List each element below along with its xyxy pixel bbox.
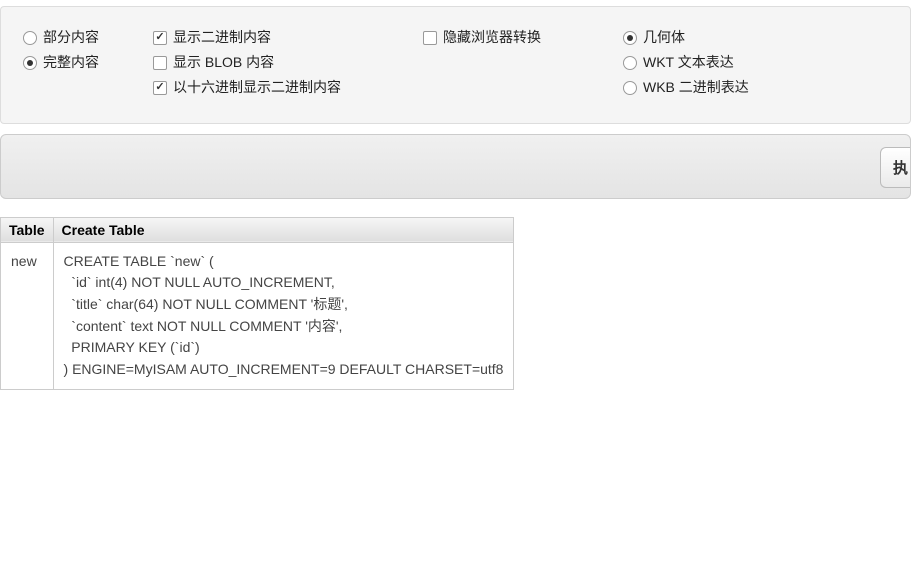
show-blob-checkbox[interactable] bbox=[153, 56, 167, 70]
table-header-table: Table bbox=[1, 217, 54, 242]
execute-button[interactable]: 执 bbox=[880, 147, 910, 188]
partial-content-radio[interactable] bbox=[23, 31, 37, 45]
show-blob-label: 显示 BLOB 内容 bbox=[173, 50, 274, 75]
content-mode-group: 部分内容 完整内容 bbox=[23, 25, 153, 101]
show-hex-binary-option: 以十六进制显示二进制内容 bbox=[153, 75, 423, 100]
partial-content-option: 部分内容 bbox=[23, 25, 153, 50]
display-options-panel: 部分内容 完整内容 显示二进制内容 显示 BLOB 内容 以十六进制显示二进制内… bbox=[0, 6, 911, 124]
geometry-option: 几何体 bbox=[623, 25, 803, 50]
results-table: Table Create Table new CREATE TABLE `new… bbox=[0, 217, 514, 390]
wkt-label: WKT 文本表达 bbox=[643, 50, 734, 75]
browser-transform-group: 隐藏浏览器转换 bbox=[423, 25, 623, 101]
geometry-label: 几何体 bbox=[643, 25, 685, 50]
full-content-label: 完整内容 bbox=[43, 50, 99, 75]
partial-content-label: 部分内容 bbox=[43, 25, 99, 50]
table-row: new CREATE TABLE `new` ( `id` int(4) NOT… bbox=[1, 242, 514, 389]
full-content-option: 完整内容 bbox=[23, 50, 153, 75]
show-blob-option: 显示 BLOB 内容 bbox=[153, 50, 423, 75]
action-bar: 执 bbox=[0, 134, 911, 199]
geometry-format-group: 几何体 WKT 文本表达 WKB 二进制表达 bbox=[623, 25, 803, 101]
wkb-option: WKB 二进制表达 bbox=[623, 75, 803, 100]
show-binary-option: 显示二进制内容 bbox=[153, 25, 423, 50]
results-area: Table Create Table new CREATE TABLE `new… bbox=[0, 217, 911, 390]
create-table-cell: CREATE TABLE `new` ( `id` int(4) NOT NUL… bbox=[53, 242, 514, 389]
create-sql-text: CREATE TABLE `new` ( `id` int(4) NOT NUL… bbox=[64, 251, 504, 381]
wkb-radio[interactable] bbox=[623, 81, 637, 95]
show-binary-checkbox[interactable] bbox=[153, 31, 167, 45]
hide-browser-transform-option: 隐藏浏览器转换 bbox=[423, 25, 623, 50]
hide-browser-transform-checkbox[interactable] bbox=[423, 31, 437, 45]
binary-display-group: 显示二进制内容 显示 BLOB 内容 以十六进制显示二进制内容 bbox=[153, 25, 423, 101]
wkt-option: WKT 文本表达 bbox=[623, 50, 803, 75]
show-binary-label: 显示二进制内容 bbox=[173, 25, 271, 50]
geometry-radio[interactable] bbox=[623, 31, 637, 45]
show-hex-binary-checkbox[interactable] bbox=[153, 81, 167, 95]
wkb-label: WKB 二进制表达 bbox=[643, 75, 749, 100]
show-hex-binary-label: 以十六进制显示二进制内容 bbox=[173, 75, 341, 100]
table-header-row: Table Create Table bbox=[1, 217, 514, 242]
table-header-create-table: Create Table bbox=[53, 217, 514, 242]
hide-browser-transform-label: 隐藏浏览器转换 bbox=[443, 25, 541, 50]
table-name-cell: new bbox=[1, 242, 54, 389]
wkt-radio[interactable] bbox=[623, 56, 637, 70]
full-content-radio[interactable] bbox=[23, 56, 37, 70]
options-row: 部分内容 完整内容 显示二进制内容 显示 BLOB 内容 以十六进制显示二进制内… bbox=[23, 25, 888, 101]
